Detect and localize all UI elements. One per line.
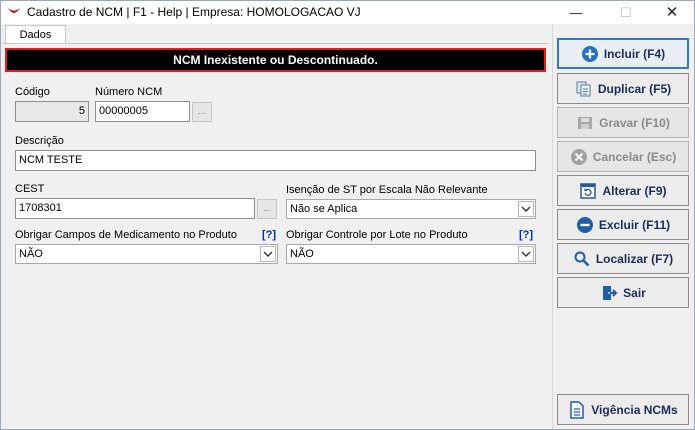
obrigar-lote-label: Obrigar Controle por Lote no Produto xyxy=(286,229,468,241)
alterar-label: Alterar (F9) xyxy=(602,183,667,198)
window-title: Cadastro de NCM | F1 - Help | Empresa: H… xyxy=(27,5,361,19)
cancelar-button[interactable]: Cancelar (Esc) xyxy=(557,141,689,172)
exit-door-icon xyxy=(600,284,618,302)
sair-label: Sair xyxy=(623,285,646,300)
codigo-field: 5 xyxy=(15,101,89,122)
localizar-button[interactable]: Localizar (F7) xyxy=(557,243,689,274)
cest-label: CEST xyxy=(15,183,45,195)
main-window: Cadastro de NCM | F1 - Help | Empresa: H… xyxy=(0,0,695,430)
duplicar-button[interactable]: Duplicar (F5) xyxy=(557,73,689,104)
excluir-button[interactable]: Excluir (F11) xyxy=(557,209,689,240)
minimize-button[interactable]: — xyxy=(553,1,599,24)
tab-dados[interactable]: Dados xyxy=(5,25,66,44)
localizar-label: Localizar (F7) xyxy=(595,251,674,266)
alterar-button[interactable]: Alterar (F9) xyxy=(557,175,689,206)
excluir-label: Excluir (F11) xyxy=(598,217,671,232)
x-circle-icon xyxy=(570,148,588,166)
copy-icon xyxy=(575,80,593,98)
maximize-button[interactable]: ☐ xyxy=(603,1,649,24)
cest-field[interactable]: 1708301 xyxy=(15,198,255,219)
descricao-field[interactable]: NCM TESTE xyxy=(15,150,536,171)
close-button[interactable]: ✕ xyxy=(649,1,695,24)
cest-lookup-button[interactable]: ... xyxy=(257,199,277,219)
app-logo-icon xyxy=(7,6,21,18)
duplicar-label: Duplicar (F5) xyxy=(597,81,672,96)
numero-ncm-field[interactable]: 00000005 xyxy=(95,101,190,122)
tab-content: NCM Inexistente ou Descontinuado. Código… xyxy=(3,43,549,429)
gravar-button[interactable]: Gravar (F10) xyxy=(557,107,689,138)
incluir-button[interactable]: Incluir (F4) xyxy=(557,38,689,69)
numero-ncm-lookup-button[interactable]: ... xyxy=(192,102,212,122)
cancelar-label: Cancelar (Esc) xyxy=(592,149,677,164)
minus-circle-icon xyxy=(576,216,594,234)
document-icon xyxy=(568,400,586,419)
status-alert: NCM Inexistente ou Descontinuado. xyxy=(5,48,546,72)
chevron-down-icon[interactable] xyxy=(518,201,534,217)
vigencia-ncms-label: Vigência NCMs xyxy=(591,402,678,417)
plus-circle-icon xyxy=(581,45,599,63)
sair-button[interactable]: Sair xyxy=(557,277,689,308)
isencao-st-label: Isenção de ST por Escala Não Relevante xyxy=(286,184,488,196)
obrigar-medicamento-label: Obrigar Campos de Medicamento no Produto xyxy=(15,229,237,241)
descricao-label: Descrição xyxy=(15,135,64,147)
isencao-st-select[interactable]: Não se Aplica xyxy=(286,199,536,219)
actions-pane: Incluir (F4) Duplicar (F5) Gravar (F10) … xyxy=(552,25,694,429)
obrigar-lote-value: NÃO xyxy=(290,248,314,260)
chevron-down-icon[interactable] xyxy=(260,246,276,262)
save-icon xyxy=(576,114,594,132)
incluir-label: Incluir (F4) xyxy=(603,46,666,61)
gravar-label: Gravar (F10) xyxy=(599,115,670,130)
edit-window-icon xyxy=(579,182,597,200)
obrigar-lote-select[interactable]: NÃO xyxy=(286,244,536,264)
chevron-down-icon[interactable] xyxy=(518,246,534,262)
search-icon xyxy=(573,250,591,268)
title-bar: Cadastro de NCM | F1 - Help | Empresa: H… xyxy=(1,1,694,24)
form-pane: Dados NCM Inexistente ou Descontinuado. … xyxy=(3,25,551,429)
obrigar-lote-help-link[interactable]: [?] xyxy=(519,229,533,241)
obrigar-medicamento-help-link[interactable]: [?] xyxy=(262,229,276,241)
codigo-label: Código xyxy=(15,86,50,98)
vigencia-ncms-button[interactable]: Vigência NCMs xyxy=(557,394,689,425)
numero-ncm-label: Número NCM xyxy=(95,86,163,98)
obrigar-medicamento-select[interactable]: NÃO xyxy=(15,244,278,264)
obrigar-medicamento-value: NÃO xyxy=(19,248,43,260)
isencao-st-value: Não se Aplica xyxy=(290,203,358,215)
